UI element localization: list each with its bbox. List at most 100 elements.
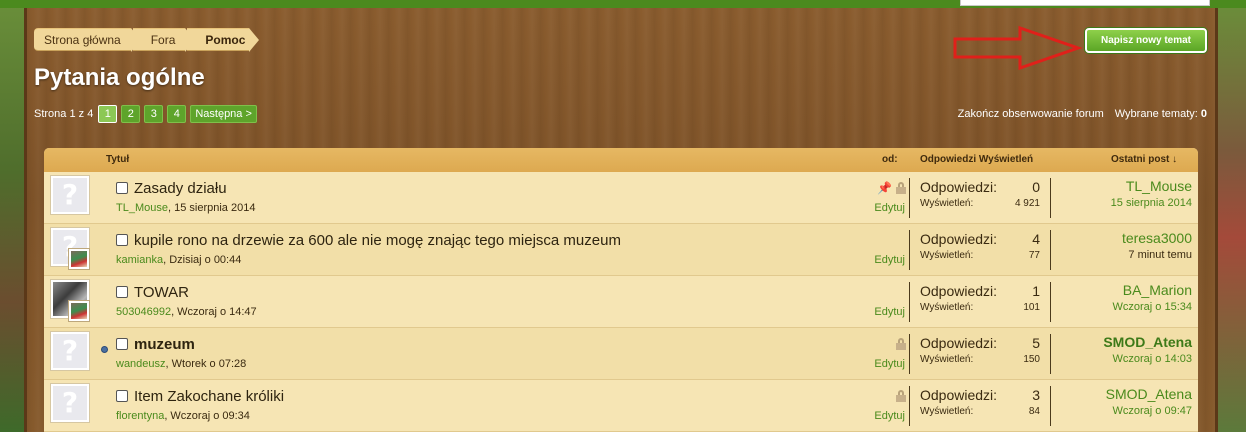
avatar[interactable]: ? xyxy=(50,175,90,215)
thread-row[interactable]: TOWAR 503046992, Wczoraj o 14:47 Edytuj … xyxy=(44,276,1198,328)
views-label: Wyświetleń: xyxy=(920,406,974,417)
background-right xyxy=(1218,0,1246,432)
last-post: SMOD_Atena Wczoraj o 14:03 xyxy=(1103,334,1192,365)
thread-title[interactable]: muzeum xyxy=(134,336,195,353)
unwatch-forum-link[interactable]: Zakończ obserwowanie forum xyxy=(958,108,1104,120)
replies-count: 4 xyxy=(1032,231,1040,247)
replies-count: 1 xyxy=(1032,283,1040,299)
selected-topics-label: Wybrane tematy: xyxy=(1114,108,1198,120)
last-poster-avatar[interactable] xyxy=(68,248,90,270)
page-link-4[interactable]: 4 xyxy=(167,105,187,123)
thread-row[interactable]: ? kupile rono na drzewie za 600 ale nie … xyxy=(44,224,1198,276)
pin-icon: 📌 xyxy=(877,181,892,195)
column-title[interactable]: Tytuł xyxy=(106,154,129,165)
avatar-placeholder-icon: ? xyxy=(53,334,87,368)
last-post-user[interactable]: teresa3000 xyxy=(1122,230,1192,246)
last-post-user[interactable]: TL_Mouse xyxy=(1111,178,1192,194)
last-post-date[interactable]: Wczoraj o 09:47 xyxy=(1106,405,1192,417)
replies-count: 5 xyxy=(1032,335,1040,351)
thread-author[interactable]: 503046992 xyxy=(116,306,171,318)
thread-date[interactable]: , Wczoraj o 09:34 xyxy=(164,410,250,422)
replies-count: 0 xyxy=(1032,179,1040,195)
thread-date[interactable]: , Dzisiaj o 00:44 xyxy=(163,254,241,266)
thread-meta: TL_Mouse, 15 sierpnia 2014 xyxy=(116,202,255,214)
thread-select-checkbox[interactable] xyxy=(116,390,128,402)
views-count: 4 921 xyxy=(1014,198,1040,209)
replies-count: 3 xyxy=(1032,387,1040,403)
thread-stats: Odpowiedzi: 4 Wyświetleń: 77 xyxy=(909,230,1051,270)
views-count: 84 xyxy=(1028,406,1040,417)
edit-link[interactable]: Edytuj xyxy=(874,202,905,214)
page-count-label: Strona 1 z 4 xyxy=(34,108,94,120)
replies-label: Odpowiedzi: xyxy=(920,387,998,403)
last-post-date[interactable]: Wczoraj o 15:34 xyxy=(1113,301,1192,313)
last-post-user[interactable]: SMOD_Atena xyxy=(1106,386,1192,402)
page-link-2[interactable]: 2 xyxy=(121,105,141,123)
thread-author[interactable]: florentyna xyxy=(116,410,164,422)
last-post-date[interactable]: 15 sierpnia 2014 xyxy=(1111,197,1192,209)
last-poster-avatar[interactable] xyxy=(68,300,90,322)
next-page-link[interactable]: Następna > xyxy=(190,105,257,123)
thread-title[interactable]: Zasady działu xyxy=(134,180,227,197)
thread-select-checkbox[interactable] xyxy=(116,234,128,246)
views-label: Wyświetleń: xyxy=(920,250,974,261)
edit-link[interactable]: Edytuj xyxy=(874,306,905,318)
thread-row[interactable]: ? muzeum wandeusz, Wtorek o 07:28 Edytuj… xyxy=(44,328,1198,380)
thread-author[interactable]: TL_Mouse xyxy=(116,202,168,214)
avatar[interactable]: ? xyxy=(50,383,90,423)
last-post: BA_Marion Wczoraj o 15:34 xyxy=(1113,282,1192,313)
thread-title[interactable]: kupile rono na drzewie za 600 ale nie mo… xyxy=(134,232,621,249)
thread-row[interactable]: ? Item Zakochane króliki florentyna, Wcz… xyxy=(44,380,1198,432)
column-replies-views[interactable]: Odpowiedzi Wyświetleń xyxy=(920,154,1033,165)
page-link-1[interactable]: 1 xyxy=(98,105,118,123)
views-count: 150 xyxy=(1023,354,1040,365)
last-post-date[interactable]: Wczoraj o 14:03 xyxy=(1103,353,1192,365)
thread-meta: kamianka, Dzisiaj o 00:44 xyxy=(116,254,241,266)
breadcrumb-home[interactable]: Strona główna xyxy=(34,28,141,52)
lock-icon xyxy=(896,338,906,350)
breadcrumb-current[interactable]: Pomoc xyxy=(187,28,260,52)
thread-list-header: Tytuł od: Odpowiedzi Wyświetleń Ostatni … xyxy=(44,148,1198,172)
thread-date[interactable]: , Wtorek o 07:28 xyxy=(166,358,247,370)
last-post-user[interactable]: BA_Marion xyxy=(1113,282,1192,298)
thread-meta: wandeusz, Wtorek o 07:28 xyxy=(116,358,246,370)
red-arrow-annotation xyxy=(953,25,1082,71)
column-from[interactable]: od: xyxy=(882,154,898,165)
thread-author[interactable]: kamianka xyxy=(116,254,163,266)
thread-meta: 503046992, Wczoraj o 14:47 xyxy=(116,306,257,318)
thread-row[interactable]: ? Zasady działu TL_Mouse, 15 sierpnia 20… xyxy=(44,172,1198,224)
unread-indicator-icon[interactable] xyxy=(101,346,108,353)
thread-select-checkbox[interactable] xyxy=(116,182,128,194)
views-label: Wyświetleń: xyxy=(920,354,974,365)
selected-topics[interactable]: Wybrane tematy: 0 xyxy=(1115,108,1207,120)
lock-icon xyxy=(896,182,906,194)
last-post: teresa3000 7 minut temu xyxy=(1122,230,1192,261)
thread-author[interactable]: wandeusz xyxy=(116,358,166,370)
search-input[interactable] xyxy=(960,0,1210,6)
lock-icon xyxy=(896,390,906,402)
page-link-3[interactable]: 3 xyxy=(144,105,164,123)
last-post: SMOD_Atena Wczoraj o 09:47 xyxy=(1106,386,1192,417)
thread-stats: Odpowiedzi: 5 Wyświetleń: 150 xyxy=(909,334,1051,374)
replies-label: Odpowiedzi: xyxy=(920,179,998,195)
last-post-user[interactable]: SMOD_Atena xyxy=(1103,334,1192,350)
edit-link[interactable]: Edytuj xyxy=(874,410,905,422)
last-post-date[interactable]: 7 minut temu xyxy=(1122,249,1192,261)
thread-list: Tytuł od: Odpowiedzi Wyświetleń Ostatni … xyxy=(44,148,1198,432)
thread-select-checkbox[interactable] xyxy=(116,286,128,298)
new-topic-button[interactable]: Napisz nowy temat xyxy=(1085,28,1207,53)
avatar[interactable]: ? xyxy=(50,331,90,371)
column-last-post[interactable]: Ostatni post ↓ xyxy=(1111,154,1177,165)
avatar-placeholder-icon: ? xyxy=(53,386,87,420)
thread-title[interactable]: Item Zakochane króliki xyxy=(134,388,284,405)
views-count: 101 xyxy=(1023,302,1040,313)
thread-stats: Odpowiedzi: 3 Wyświetleń: 84 xyxy=(909,386,1051,426)
thread-date[interactable]: , Wczoraj o 14:47 xyxy=(171,306,257,318)
edit-link[interactable]: Edytuj xyxy=(874,358,905,370)
thread-status-icons xyxy=(896,337,906,350)
thread-date[interactable]: , 15 sierpnia 2014 xyxy=(168,202,255,214)
replies-label: Odpowiedzi: xyxy=(920,335,998,351)
thread-select-checkbox[interactable] xyxy=(116,338,128,350)
thread-title[interactable]: TOWAR xyxy=(134,284,189,301)
edit-link[interactable]: Edytuj xyxy=(874,254,905,266)
